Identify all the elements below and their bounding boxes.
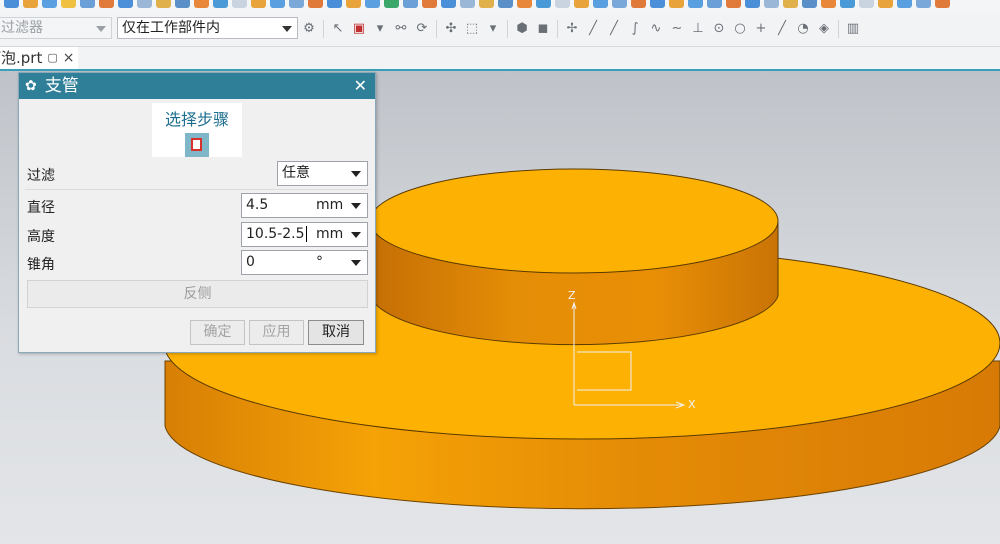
chevron-down-icon: [96, 26, 106, 32]
snap-perpendicular-icon[interactable]: ⊥: [691, 22, 705, 36]
document-tab-name: 灯泡.prt: [0, 49, 43, 67]
chevron-down-icon: [282, 26, 292, 32]
ok-button[interactable]: 确定: [190, 320, 245, 345]
chevron-down-icon[interactable]: [351, 232, 361, 238]
boss-top: [369, 168, 779, 274]
snap-line-icon[interactable]: ╱: [586, 22, 600, 36]
filter-value: 任意: [282, 165, 310, 181]
height-unit: mm: [316, 226, 344, 242]
snap-segment-icon[interactable]: ╱: [607, 22, 621, 36]
dialog-title: 支管: [44, 76, 79, 96]
type-filter-combo[interactable]: 过滤器: [0, 17, 112, 39]
diameter-input[interactable]: 4.5 mm: [241, 193, 368, 218]
link-icon[interactable]: ⚯: [394, 22, 408, 36]
select-arrow-icon[interactable]: ↖: [331, 22, 345, 36]
gear-icon[interactable]: ✿: [25, 73, 37, 99]
snap-tools: ⚙ ↖ ▣ ▾ ⚯ ⟳ ✣ ⬚ ▾ ⬢ ◼ ✢ ╱ ╱ ∫ ∿ ∼ ⊥ ⊙ ○ …: [302, 20, 860, 38]
snap-spline-icon[interactable]: ∿: [649, 22, 663, 36]
chevron-down-icon[interactable]: [351, 260, 361, 266]
dialog-titlebar[interactable]: ✿ 支管 ✕: [19, 73, 375, 99]
filter-icon[interactable]: ⚙: [302, 22, 316, 36]
cube-icon[interactable]: ⬢: [515, 22, 529, 36]
filter-row: 过滤 任意: [25, 161, 369, 188]
rect-select-icon[interactable]: ⬚: [465, 22, 479, 36]
face-select-icon[interactable]: [185, 133, 209, 157]
height-value: 10.5-2.5: [246, 226, 305, 242]
selection-step[interactable]: 选择步骤: [152, 103, 242, 157]
diameter-row: 直径 4.5 mm: [25, 193, 369, 220]
reverse-side-button[interactable]: 反侧: [27, 280, 368, 308]
axis-z-label: Z: [568, 289, 576, 302]
selection-scope-value: 仅在工作部件内: [122, 20, 220, 36]
taper-unit: °: [316, 254, 323, 270]
pin-icon[interactable]: ▢: [47, 47, 57, 69]
snap-curve-icon[interactable]: ∫: [628, 22, 642, 36]
snap-diamond-icon[interactable]: ◈: [817, 22, 831, 36]
snap-circle-icon[interactable]: ○: [733, 22, 747, 36]
snap-point-icon[interactable]: ✢: [565, 22, 579, 36]
height-label: 高度: [27, 229, 55, 245]
filter-select[interactable]: 任意: [277, 161, 368, 186]
axis-x-label: X: [688, 398, 696, 411]
chevron-down-icon[interactable]: [351, 203, 361, 209]
chevron-down-icon[interactable]: ▾: [373, 22, 387, 36]
close-icon[interactable]: ×: [63, 47, 75, 69]
selection-step-label: 选择步骤: [164, 110, 229, 129]
height-row: 高度 10.5-2.5 mm: [25, 222, 369, 249]
cancel-button[interactable]: 取消: [308, 320, 364, 345]
height-input[interactable]: 10.5-2.5 mm: [241, 222, 368, 247]
snap-plus-icon[interactable]: +: [754, 22, 768, 36]
type-filter-value: 过滤器: [1, 20, 43, 36]
snap-slash-icon[interactable]: ╱: [775, 22, 789, 36]
document-tab[interactable]: 灯泡.prt ▢ ×: [0, 47, 79, 69]
taper-input[interactable]: 0 °: [241, 250, 368, 275]
close-icon[interactable]: ✕: [354, 73, 367, 99]
cube-shaded-icon[interactable]: ◼: [536, 22, 550, 36]
snap-wave-icon[interactable]: ∼: [670, 22, 684, 36]
taper-value: 0: [246, 254, 255, 270]
refresh-icon[interactable]: ⟳: [415, 22, 429, 36]
move-icon[interactable]: ✣: [444, 22, 458, 36]
diameter-value: 4.5: [246, 197, 269, 213]
diameter-label: 直径: [27, 200, 55, 216]
taper-label: 锥角: [27, 257, 55, 273]
boss-dialog: ✿ 支管 ✕ 选择步骤 过滤 任意 直径 4.5 mm 高度 10.5-2.5 …: [18, 72, 376, 353]
document-tabbar: 灯泡.prt ▢ ×: [0, 47, 1000, 71]
selection-toolbar: 过滤器 仅在工作部件内 ⚙ ↖ ▣ ▾ ⚯ ⟳ ✣ ⬚ ▾ ⬢ ◼ ✢ ╱ ╱ …: [0, 12, 1000, 47]
filter-label: 过滤: [27, 168, 55, 184]
snap-angle-icon[interactable]: ◔: [796, 22, 810, 36]
taper-row: 锥角 0 °: [25, 250, 369, 277]
grid-icon[interactable]: ▥: [846, 22, 860, 36]
box-select-icon[interactable]: ▣: [352, 22, 366, 36]
apply-button[interactable]: 应用: [249, 320, 304, 345]
ribbon-icons[interactable]: [0, 0, 1000, 12]
diameter-unit: mm: [316, 197, 344, 213]
selection-scope-combo[interactable]: 仅在工作部件内: [117, 17, 298, 39]
chevron-down-icon: [351, 171, 361, 177]
chevron-down-icon[interactable]: ▾: [486, 22, 500, 36]
snap-center-icon[interactable]: ⊙: [712, 22, 726, 36]
